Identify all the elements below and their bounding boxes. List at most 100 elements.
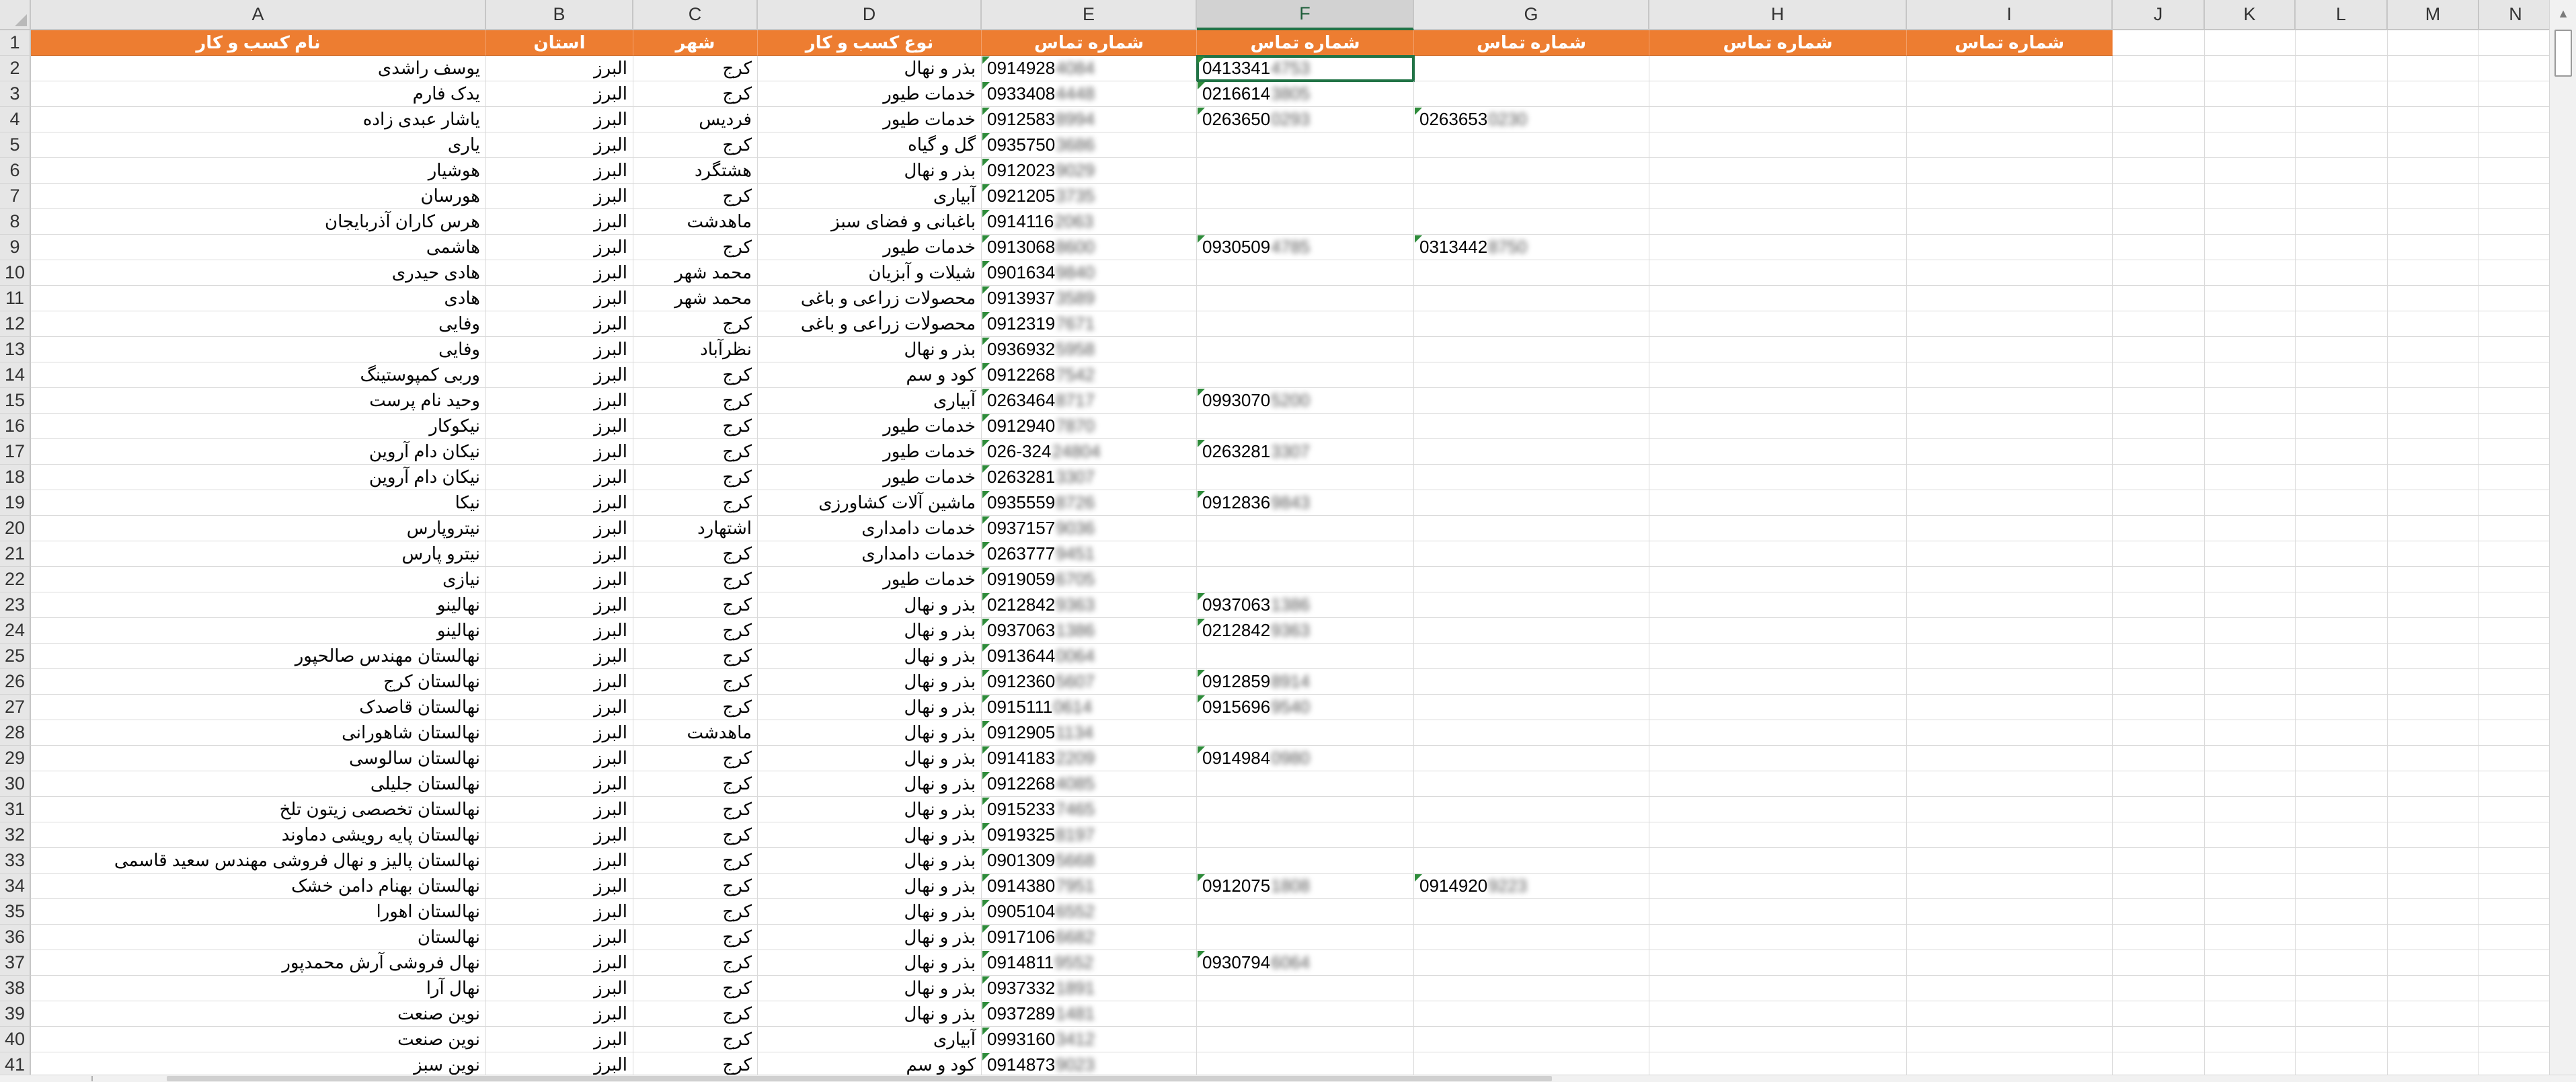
cell-f13[interactable] xyxy=(1197,337,1414,362)
cell-i7[interactable] xyxy=(1907,184,2113,209)
cell-l32[interactable] xyxy=(2296,822,2388,848)
cell-a11[interactable]: هادی xyxy=(31,286,486,311)
cell-h14[interactable] xyxy=(1649,362,1907,388)
cell-h22[interactable] xyxy=(1649,567,1907,592)
cell-m4[interactable] xyxy=(2388,107,2479,132)
cell-c4[interactable]: فردیس xyxy=(633,107,758,132)
cell-f37[interactable]: 0930794 6064 xyxy=(1197,950,1414,976)
cell-g25[interactable] xyxy=(1414,644,1649,669)
cell-l2[interactable] xyxy=(2296,56,2388,81)
cell-m16[interactable] xyxy=(2388,414,2479,439)
cell-j37[interactable] xyxy=(2113,950,2205,976)
cell-k3[interactable] xyxy=(2205,81,2296,107)
cell-m40[interactable] xyxy=(2388,1027,2479,1052)
row-header[interactable]: 33 xyxy=(0,848,31,874)
cell-i4[interactable] xyxy=(1907,107,2113,132)
cell-g34[interactable]: 0914920 9223 xyxy=(1414,874,1649,899)
cell-i35[interactable] xyxy=(1907,899,2113,925)
cell-i32[interactable] xyxy=(1907,822,2113,848)
cell-c6[interactable]: هشتگرد xyxy=(633,158,758,184)
cell-f22[interactable] xyxy=(1197,567,1414,592)
cell-f41[interactable] xyxy=(1197,1052,1414,1075)
cell-b15[interactable]: البرز xyxy=(486,388,633,414)
cell-n21[interactable] xyxy=(2479,541,2549,567)
cell-k38[interactable] xyxy=(2205,976,2296,1001)
cell-e41[interactable]: 0914873 9023 xyxy=(982,1052,1197,1075)
cell-h9[interactable] xyxy=(1649,235,1907,260)
cell-e17[interactable]: 026-324 24804 xyxy=(982,439,1197,465)
cell-c20[interactable]: اشتهارد xyxy=(633,516,758,541)
cell-l39[interactable] xyxy=(2296,1001,2388,1027)
cell-f6[interactable] xyxy=(1197,158,1414,184)
cell-i9[interactable] xyxy=(1907,235,2113,260)
cell-m13[interactable] xyxy=(2388,337,2479,362)
cell-g2[interactable] xyxy=(1414,56,1649,81)
cell-e34[interactable]: 0914380 7951 xyxy=(982,874,1197,899)
cell-h17[interactable] xyxy=(1649,439,1907,465)
cell-j5[interactable] xyxy=(2113,132,2205,158)
cell-e11[interactable]: 0913937 3589 xyxy=(982,286,1197,311)
cell-i23[interactable] xyxy=(1907,592,2113,618)
cell-k24[interactable] xyxy=(2205,618,2296,644)
cell-a12[interactable]: وفایی xyxy=(31,311,486,337)
cell-h12[interactable] xyxy=(1649,311,1907,337)
cell-h31[interactable] xyxy=(1649,797,1907,822)
cell-l18[interactable] xyxy=(2296,465,2388,490)
cell-a26[interactable]: نهالستان کرج xyxy=(31,669,486,695)
row-header[interactable]: 4 xyxy=(0,107,31,132)
cell-h36[interactable] xyxy=(1649,925,1907,950)
cell-h24[interactable] xyxy=(1649,618,1907,644)
cell-b6[interactable]: البرز xyxy=(486,158,633,184)
cell-k5[interactable] xyxy=(2205,132,2296,158)
cell-m3[interactable] xyxy=(2388,81,2479,107)
cell-f27[interactable]: 0915696 9540 xyxy=(1197,695,1414,720)
cell-m28[interactable] xyxy=(2388,720,2479,746)
cell-g4[interactable]: 0263653 0230 xyxy=(1414,107,1649,132)
cell-n1[interactable] xyxy=(2479,30,2549,56)
cell-e27[interactable]: 0915111 0614 xyxy=(982,695,1197,720)
cell-g22[interactable] xyxy=(1414,567,1649,592)
cell-a25[interactable]: نهالستان مهندس صالحپور xyxy=(31,644,486,669)
cell-c12[interactable]: کرج xyxy=(633,311,758,337)
cell-k1[interactable] xyxy=(2205,30,2296,56)
cell-d8[interactable]: باغبانی و فضای سبز xyxy=(758,209,982,235)
cell-d10[interactable]: شیلات و آبزیان xyxy=(758,260,982,286)
cell-l40[interactable] xyxy=(2296,1027,2388,1052)
cell-j9[interactable] xyxy=(2113,235,2205,260)
cell-g36[interactable] xyxy=(1414,925,1649,950)
cell-j35[interactable] xyxy=(2113,899,2205,925)
cell-n24[interactable] xyxy=(2479,618,2549,644)
cell-k37[interactable] xyxy=(2205,950,2296,976)
cell-l17[interactable] xyxy=(2296,439,2388,465)
cell-n37[interactable] xyxy=(2479,950,2549,976)
cell-i27[interactable] xyxy=(1907,695,2113,720)
cell-c7[interactable]: کرج xyxy=(633,184,758,209)
header-cell-b[interactable]: استان xyxy=(486,30,633,56)
cell-l34[interactable] xyxy=(2296,874,2388,899)
cell-i17[interactable] xyxy=(1907,439,2113,465)
cell-h26[interactable] xyxy=(1649,669,1907,695)
cell-h20[interactable] xyxy=(1649,516,1907,541)
cell-h35[interactable] xyxy=(1649,899,1907,925)
cell-d29[interactable]: بذر و نهال xyxy=(758,746,982,771)
cell-l27[interactable] xyxy=(2296,695,2388,720)
column-header-d[interactable]: D xyxy=(758,0,982,30)
cell-h6[interactable] xyxy=(1649,158,1907,184)
cell-m35[interactable] xyxy=(2388,899,2479,925)
header-cell-a[interactable]: نام کسب و کار xyxy=(31,30,486,56)
cell-k32[interactable] xyxy=(2205,822,2296,848)
cell-n14[interactable] xyxy=(2479,362,2549,388)
cell-m34[interactable] xyxy=(2388,874,2479,899)
cell-g7[interactable] xyxy=(1414,184,1649,209)
cell-d13[interactable]: بذر و نهال xyxy=(758,337,982,362)
cell-c9[interactable]: کرج xyxy=(633,235,758,260)
cell-m27[interactable] xyxy=(2388,695,2479,720)
cell-n41[interactable] xyxy=(2479,1052,2549,1075)
cell-c33[interactable]: کرج xyxy=(633,848,758,874)
cell-d2[interactable]: بذر و نهال xyxy=(758,56,982,81)
cell-h16[interactable] xyxy=(1649,414,1907,439)
cell-d23[interactable]: بذر و نهال xyxy=(758,592,982,618)
cell-i21[interactable] xyxy=(1907,541,2113,567)
cell-d15[interactable]: آبیاری xyxy=(758,388,982,414)
cell-j1[interactable] xyxy=(2113,30,2205,56)
